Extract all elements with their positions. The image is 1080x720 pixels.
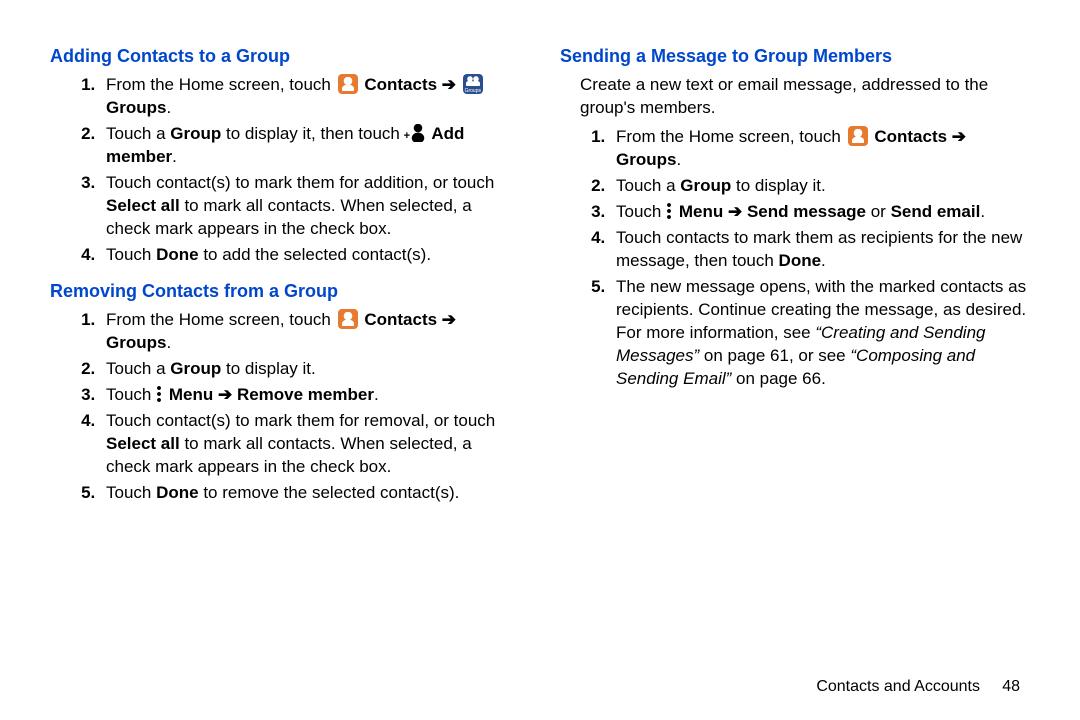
- text: .: [821, 251, 826, 270]
- text: .: [166, 333, 171, 352]
- text: From the Home screen, touch: [106, 310, 336, 329]
- menu-icon: [157, 386, 161, 402]
- text-bold: Menu ➔ Remove member: [169, 385, 374, 404]
- text: From the Home screen, touch: [106, 75, 336, 94]
- text-bold: Menu ➔ Send message: [679, 202, 866, 221]
- sending-message-steps: From the Home screen, touch Contacts ➔ G…: [560, 126, 1030, 390]
- text-bold: Send email: [891, 202, 981, 221]
- text-bold: Group: [170, 124, 221, 143]
- footer-section: Contacts and Accounts: [816, 678, 980, 695]
- step: Touch a Group to display it.: [100, 358, 520, 381]
- text: to add the selected contact(s).: [199, 245, 431, 264]
- text: .: [374, 385, 379, 404]
- text-bold: Select all: [106, 434, 180, 453]
- manual-page: Adding Contacts to a Group From the Home…: [0, 0, 1080, 660]
- footer-page-number: 48: [1002, 678, 1020, 695]
- text: on page 61, or see: [699, 346, 850, 365]
- right-column: Sending a Message to Group Members Creat…: [560, 40, 1030, 640]
- heading-adding-contacts: Adding Contacts to a Group: [50, 44, 520, 68]
- step: From the Home screen, touch Contacts ➔ G…: [100, 309, 520, 355]
- step: Touch a Group to display it.: [610, 175, 1030, 198]
- text: to display it.: [221, 359, 316, 378]
- heading-removing-contacts: Removing Contacts from a Group: [50, 279, 520, 303]
- text: .: [676, 150, 681, 169]
- step: Touch Menu ➔ Remove member.: [100, 384, 520, 407]
- text-bold: Select all: [106, 196, 180, 215]
- left-column: Adding Contacts to a Group From the Home…: [50, 40, 520, 640]
- text: .: [166, 98, 171, 117]
- text-bold: Done: [779, 251, 822, 270]
- step: Touch contact(s) to mark them for additi…: [100, 172, 520, 241]
- step: From the Home screen, touch Contacts ➔ G…: [610, 126, 1030, 172]
- text-bold: Contacts ➔: [364, 75, 456, 94]
- text: .: [980, 202, 985, 221]
- adding-contacts-steps: From the Home screen, touch Contacts ➔ G…: [50, 74, 520, 267]
- text: Touch a: [106, 359, 170, 378]
- text-bold: Groups: [106, 98, 166, 117]
- contacts-icon: [338, 74, 358, 94]
- text: Touch a: [616, 176, 680, 195]
- step: From the Home screen, touch Contacts ➔ G…: [100, 74, 520, 120]
- text: on page 66.: [731, 369, 826, 388]
- removing-contacts-steps: From the Home screen, touch Contacts ➔ G…: [50, 309, 520, 505]
- text: to remove the selected contact(s).: [199, 483, 460, 502]
- contacts-icon: [338, 309, 358, 329]
- add-member-icon: [407, 124, 425, 142]
- page-footer: Contacts and Accounts 48: [816, 678, 1020, 696]
- text: to display it.: [731, 176, 826, 195]
- text: Touch: [106, 385, 156, 404]
- step: Touch Done to add the selected contact(s…: [100, 244, 520, 267]
- text: Touch: [616, 202, 666, 221]
- step: Touch contact(s) to mark them for remova…: [100, 410, 520, 479]
- text: Touch contact(s) to mark them for additi…: [106, 173, 494, 192]
- menu-icon: [667, 203, 671, 219]
- step: Touch a Group to display it, then touch …: [100, 123, 520, 169]
- text: Touch contact(s) to mark them for remova…: [106, 411, 495, 430]
- step: Touch contacts to mark them as recipient…: [610, 227, 1030, 273]
- groups-icon: [463, 74, 483, 94]
- text: Touch: [106, 483, 156, 502]
- step: Touch Menu ➔ Send message or Send email.: [610, 201, 1030, 224]
- heading-sending-message: Sending a Message to Group Members: [560, 44, 1030, 68]
- text: to display it, then touch: [221, 124, 404, 143]
- intro-text: Create a new text or email message, addr…: [580, 74, 1030, 120]
- text: From the Home screen, touch: [616, 127, 846, 146]
- text-bold: Done: [156, 483, 199, 502]
- text: .: [172, 147, 177, 166]
- text: Touch a: [106, 124, 170, 143]
- text-bold: Group: [680, 176, 731, 195]
- contacts-icon: [848, 126, 868, 146]
- text-bold: Group: [170, 359, 221, 378]
- step: Touch Done to remove the selected contac…: [100, 482, 520, 505]
- text: Touch: [106, 245, 156, 264]
- text: or: [866, 202, 891, 221]
- text-bold: Done: [156, 245, 199, 264]
- step: The new message opens, with the marked c…: [610, 276, 1030, 391]
